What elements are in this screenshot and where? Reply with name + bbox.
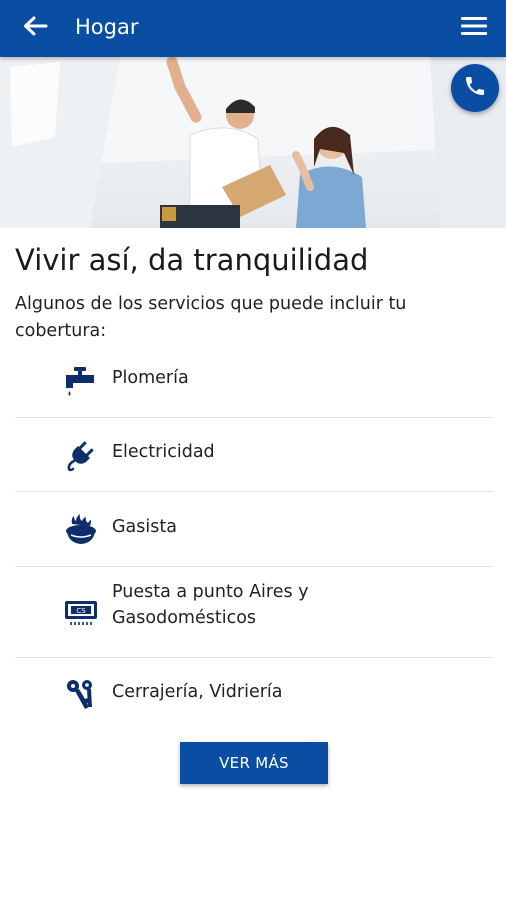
back-button[interactable] <box>18 12 52 44</box>
service-item-gasista[interactable]: Gasista <box>15 492 493 567</box>
page-title: Hogar <box>75 15 139 39</box>
arrow-back-icon <box>22 15 48 41</box>
service-item-electricidad[interactable]: Electricidad <box>15 418 493 492</box>
menu-button[interactable] <box>458 14 490 42</box>
service-label: Gasista <box>112 517 177 537</box>
faucet-icon <box>63 363 99 399</box>
call-button[interactable] <box>451 64 499 112</box>
services-list: Plomería Electricidad Gasista CS Puesta … <box>15 345 493 730</box>
service-label: Puesta a punto Aires y Gasodomésticos <box>112 582 309 628</box>
intro-text: Algunos de los servicios que puede inclu… <box>15 294 407 341</box>
phone-icon <box>463 74 487 102</box>
service-label: Plomería <box>112 368 189 388</box>
service-item-aires[interactable]: CS Puesta a punto Aires y Gasodomésticos <box>15 567 493 658</box>
hero-image <box>0 57 506 228</box>
air-conditioner-icon: CS <box>63 594 99 630</box>
service-label: Electricidad <box>112 442 215 462</box>
ver-mas-button[interactable]: VER MÁS <box>180 742 328 784</box>
gas-burner-icon <box>63 512 99 548</box>
service-item-cerrajeria[interactable]: Cerrajería, Vidriería <box>15 658 493 730</box>
plug-icon <box>63 437 99 473</box>
hamburger-menu-icon <box>461 16 487 40</box>
svg-text:CS: CS <box>76 607 86 615</box>
service-item-plomeria[interactable]: Plomería <box>15 345 493 418</box>
service-label: Cerrajería, Vidriería <box>112 682 283 702</box>
section-heading: Vivir así, da tranquilidad <box>15 243 369 277</box>
app-bar: Hogar <box>0 0 506 57</box>
keys-icon <box>63 677 99 713</box>
